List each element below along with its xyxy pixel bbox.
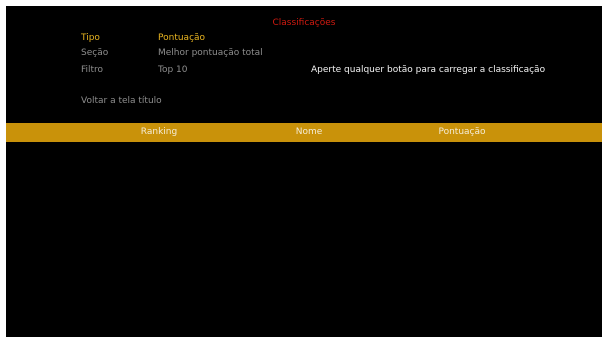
option-filter-value[interactable]: Top 10 bbox=[158, 65, 188, 76]
screen-title: Classificações bbox=[272, 18, 336, 28]
option-section-value[interactable]: Melhor pontuação total bbox=[158, 48, 263, 59]
column-header-score: Pontuação bbox=[438, 127, 486, 137]
option-section-label[interactable]: Seção bbox=[81, 48, 108, 59]
back-to-title-option[interactable]: Voltar a tela título bbox=[81, 96, 162, 107]
leaderboard-table-body bbox=[6, 142, 602, 337]
column-header-ranking: Ranking bbox=[140, 127, 178, 137]
option-type-value[interactable]: Pontuação bbox=[158, 33, 205, 44]
option-type-label[interactable]: Tipo bbox=[81, 33, 100, 44]
column-header-name: Nome bbox=[295, 127, 323, 137]
table-header-bar: Ranking Nome Pontuação bbox=[6, 123, 602, 142]
leaderboard-screen: Classificações Tipo Pontuação Seção Melh… bbox=[6, 6, 602, 337]
load-prompt: Aperte qualquer botão para carregar a cl… bbox=[311, 65, 546, 75]
option-filter-label[interactable]: Filtro bbox=[81, 65, 103, 76]
